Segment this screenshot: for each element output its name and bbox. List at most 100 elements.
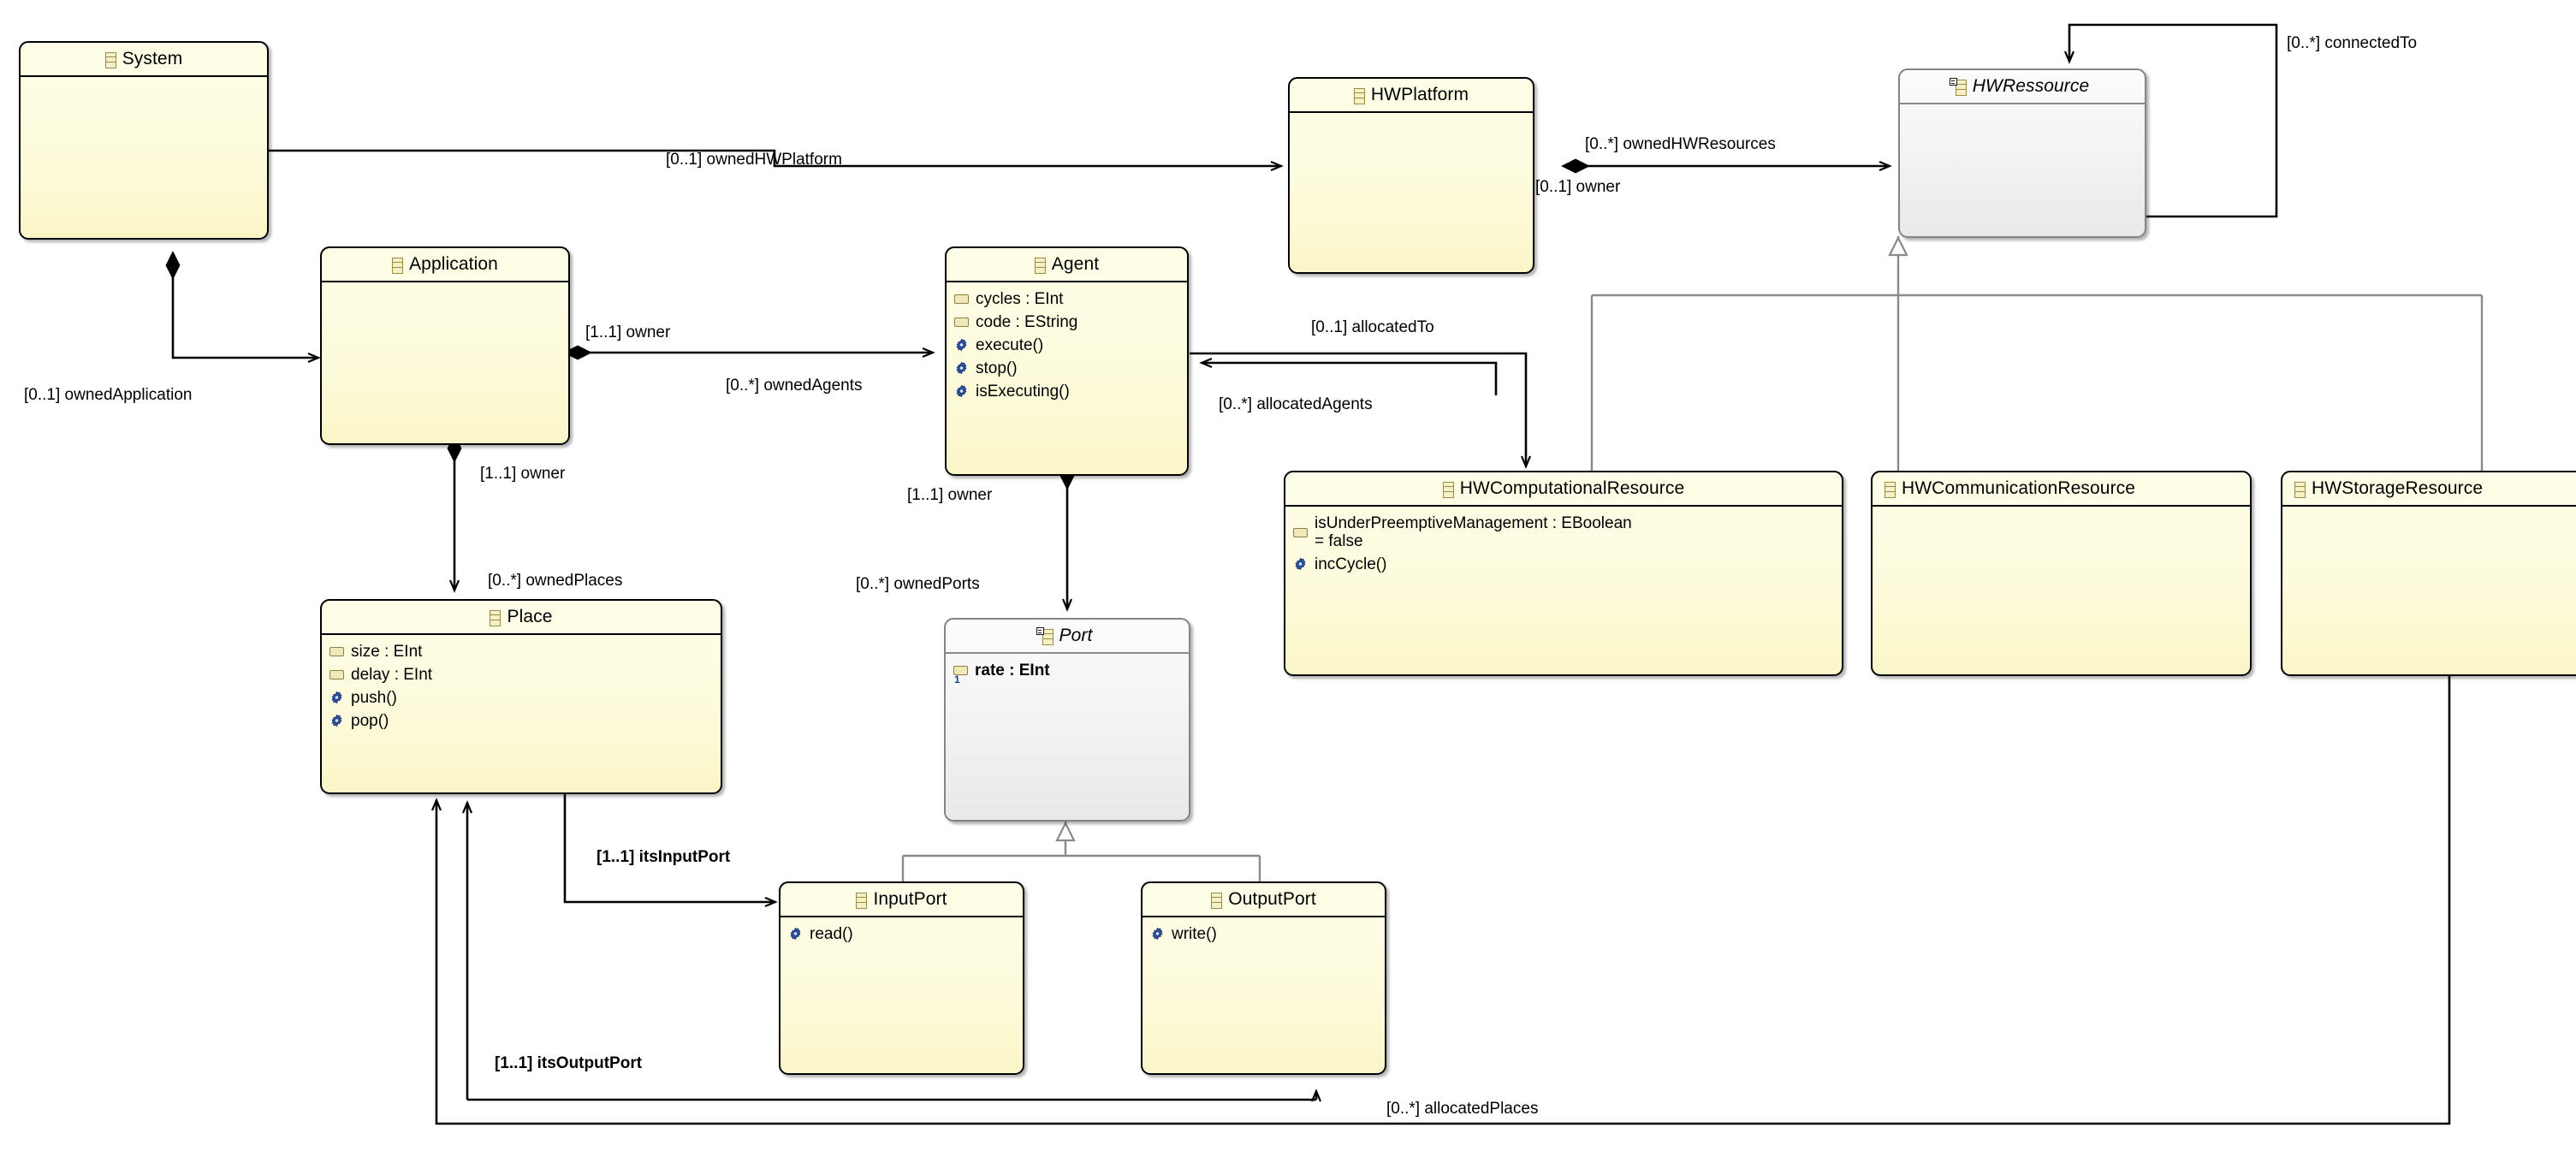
- operation-row: read(): [788, 925, 1023, 943]
- class-header-port: Port: [946, 620, 1189, 654]
- class-name-outputport: OutputPort: [1228, 889, 1316, 909]
- eclass-icon: [1885, 481, 1896, 498]
- class-box-application[interactable]: Application: [320, 246, 570, 445]
- operation-row: pop(): [329, 712, 721, 730]
- class-box-place[interactable]: Place size : EInt delay : EInt push() po…: [320, 599, 722, 794]
- class-name-hwcomputationalresource: HWComputationalResource: [1459, 478, 1685, 498]
- eclass-icon: [1949, 77, 1967, 96]
- class-name-place: Place: [507, 607, 553, 626]
- operation-gear-icon: [329, 691, 344, 705]
- attribute-label: size : EInt: [351, 643, 423, 661]
- eclass-icon: [856, 892, 868, 909]
- uml-diagram-canvas: System Application Agent cycles : EInt c…: [0, 0, 2576, 1169]
- class-box-hwplatform[interactable]: HWPlatform: [1288, 77, 1534, 274]
- eclass-icon: [2294, 481, 2306, 498]
- edge-allocatedAgents: [1202, 363, 1498, 395]
- attribute-icon: [1293, 528, 1308, 537]
- class-box-hwstorageresource[interactable]: HWStorageResource: [2281, 471, 2576, 676]
- attribute-icon: [954, 294, 969, 304]
- operation-label: incCycle(): [1315, 555, 1387, 573]
- edge-allocatedPlaces: [436, 676, 2451, 1125]
- operation-row: execute(): [954, 336, 1187, 354]
- eclass-icon: [392, 257, 404, 274]
- operation-label: execute(): [976, 336, 1044, 354]
- attribute-row: size : EInt: [329, 643, 721, 661]
- class-body-application: [322, 282, 568, 290]
- attribute-row: delay : EInt: [329, 666, 721, 684]
- eclass-icon: [1353, 87, 1365, 104]
- attribute-icon: [954, 317, 969, 327]
- class-name-hwcommunicationresource: HWCommunicationResource: [1902, 478, 2136, 498]
- class-header-hwcomputationalresource: HWComputationalResource: [1285, 472, 1842, 507]
- class-body-outputport: write(): [1143, 917, 1385, 943]
- edge-label-itsInputPort: [1..1] itsInputPort: [597, 848, 731, 866]
- class-body-agent: cycles : EInt code : EString execute() s…: [947, 282, 1187, 401]
- class-header-hwstorageresource: HWStorageResource: [2282, 472, 2576, 507]
- eclass-icon: [104, 51, 116, 68]
- operation-row: write(): [1150, 925, 1385, 943]
- operation-row: isExecuting(): [954, 383, 1187, 401]
- operation-row: incCycle(): [1293, 555, 1842, 573]
- class-box-inputport[interactable]: InputPort read(): [779, 881, 1024, 1075]
- class-body-system: [21, 77, 267, 85]
- attribute-icon: 1: [953, 666, 968, 685]
- class-name-system: System: [122, 49, 183, 68]
- eclass-icon: [1211, 892, 1223, 909]
- class-box-hwcommunicationresource[interactable]: HWCommunicationResource: [1871, 471, 2252, 676]
- class-name-agent: Agent: [1051, 254, 1100, 274]
- attribute-default-value: = false: [1315, 532, 1363, 550]
- generalization-hwressource-tree: [1590, 235, 2484, 481]
- edge-label-allocatedTo: [0..1] allocatedTo: [1311, 318, 1434, 336]
- edge-label-itsOutputPort: [1..1] itsOutputPort: [495, 1054, 643, 1072]
- edge-label-ownedPlaces: [0..*] ownedPlaces: [488, 572, 623, 590]
- attribute-label: isUnderPreemptiveManagement : EBoolean: [1315, 514, 1632, 532]
- attribute-row: isUnderPreemptiveManagement : EBoolean =…: [1293, 514, 1842, 550]
- edge-label-ownedHWResources: [0..*] ownedHWResources: [1585, 135, 1776, 153]
- class-body-hwressource: [1900, 104, 2145, 112]
- class-header-place: Place: [322, 601, 721, 635]
- class-body-port: 1 rate : EInt: [946, 654, 1189, 685]
- attribute-label: cycles : EInt: [976, 290, 1064, 308]
- operation-label: stop(): [976, 359, 1018, 377]
- edge-ownedPorts: [1059, 461, 1075, 609]
- edge-label-ownedApplication: [0..1] ownedApplication: [24, 386, 193, 404]
- class-header-hwplatform: HWPlatform: [1290, 79, 1533, 113]
- eclass-icon: [490, 609, 502, 626]
- attribute-label: rate : EInt: [975, 662, 1050, 679]
- class-name-hwstorageresource: HWStorageResource: [2312, 478, 2484, 498]
- class-box-system[interactable]: System: [19, 41, 269, 240]
- class-body-hwstorageresource: [2282, 507, 2576, 514]
- class-box-port[interactable]: Port 1 rate : EInt: [944, 618, 1190, 822]
- operation-gear-icon: [329, 714, 344, 728]
- operation-gear-icon: [954, 384, 969, 399]
- abstract-marker-icon: [1036, 626, 1044, 635]
- edge-label-port-owner: [1..1] owner: [907, 486, 993, 504]
- operation-row: push(): [329, 689, 721, 707]
- class-name-inputport: InputPort: [873, 889, 947, 909]
- attribute-icon: [329, 647, 344, 656]
- attribute-label: delay : EInt: [351, 666, 433, 684]
- class-name-port: Port: [1059, 626, 1093, 645]
- operation-label: push(): [351, 689, 397, 707]
- class-box-hwcomputationalresource[interactable]: HWComputationalResource isUnderPreemptiv…: [1284, 471, 1843, 676]
- class-box-hwressource[interactable]: HWRessource: [1898, 68, 2146, 238]
- operation-gear-icon: [1293, 557, 1308, 572]
- edge-ownedAgents: [563, 345, 933, 360]
- class-header-hwcommunicationresource: HWCommunicationResource: [1873, 472, 2250, 507]
- edge-label-hwplatform-owner: [0..1] owner: [1535, 178, 1621, 196]
- attribute-icon: [329, 670, 344, 679]
- edge-label-ownedHWPlatform: [0..1] ownedHWPlatform: [666, 151, 842, 169]
- operation-gear-icon: [954, 361, 969, 376]
- edge-label-ownedPorts: [0..*] ownedPorts: [856, 575, 980, 593]
- class-name-hwressource: HWRessource: [1972, 76, 2090, 96]
- attribute-row: code : EString: [954, 313, 1187, 331]
- class-body-hwcommunicationresource: [1873, 507, 2250, 514]
- edge-label-allocatedAgents: [0..*] allocatedAgents: [1219, 395, 1373, 413]
- class-header-system: System: [21, 43, 267, 77]
- class-box-outputport[interactable]: OutputPort write(): [1141, 881, 1386, 1075]
- operation-label: write(): [1172, 925, 1217, 943]
- edge-label-ownedAgents: [0..*] ownedAgents: [726, 377, 863, 395]
- abstract-marker-icon: [1949, 77, 1957, 86]
- class-box-agent[interactable]: Agent cycles : EInt code : EString execu…: [945, 246, 1189, 476]
- attribute-row: 1 rate : EInt: [953, 662, 1189, 685]
